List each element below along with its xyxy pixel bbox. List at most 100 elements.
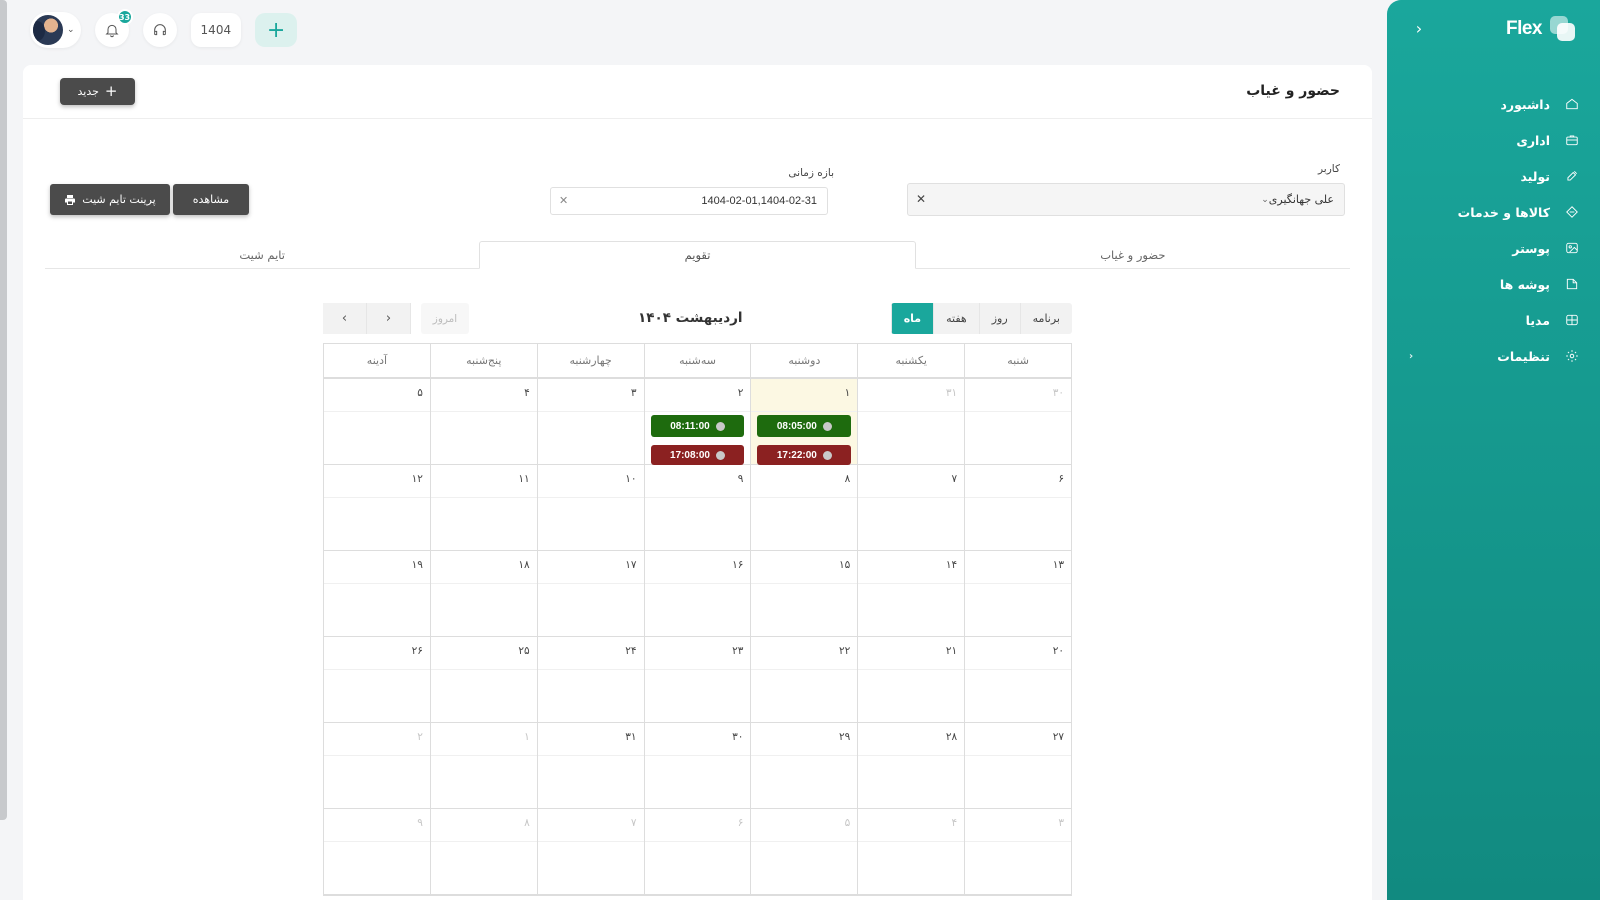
calendar-day-cell[interactable]: ۳ [536, 379, 644, 464]
calendar-day-cell[interactable]: ۲۷ [964, 723, 1071, 808]
check-out-event[interactable]: 17:22:00 [757, 445, 852, 465]
calendar-day-cell[interactable]: ۶ [964, 465, 1071, 550]
calendar-day-cell[interactable]: ۸ [429, 809, 537, 894]
calendar-day-cell[interactable]: ۱۹ [323, 551, 430, 636]
check-in-event[interactable]: 08:05:00 [757, 415, 852, 437]
day-number: ۱۸ [518, 559, 530, 571]
next-month-button[interactable]: › [367, 303, 411, 334]
view-week-button[interactable]: هفته [933, 303, 979, 334]
check-out-event[interactable]: 17:08:00 [650, 445, 745, 465]
calendar-day-cell[interactable]: ۲ 08:11:00 17:08:00 [643, 379, 751, 465]
calendar-day-cell[interactable]: ۱ 08:05:00 17:22:00 [750, 379, 858, 465]
calendar-day-cell[interactable]: ۷ [857, 465, 965, 550]
calendar-day-cell[interactable]: ۸ [750, 465, 858, 550]
sidebar-collapse-button[interactable]: ‹ [1409, 18, 1429, 38]
calendar-day-cell[interactable]: ۷ [536, 809, 644, 894]
today-button[interactable]: امروز [421, 303, 469, 334]
calendar-day-cell[interactable]: ۱۵ [750, 551, 858, 636]
calendar-day-cell[interactable]: ۵ [323, 379, 430, 464]
calendar-day-cell[interactable]: ۱ [429, 723, 537, 808]
sidebar-item-production[interactable]: تولید [1387, 158, 1600, 194]
calendar-day-cell[interactable]: ۲۴ [536, 637, 644, 722]
calendar-day-cell[interactable]: ۹ [323, 809, 430, 894]
sidebar-item-office[interactable]: اداری [1387, 122, 1600, 158]
print-timesheet-button[interactable]: پرینت تایم شیت [50, 184, 170, 215]
sidebar-item-poster[interactable]: پوستر [1387, 230, 1600, 266]
new-button[interactable]: + جدید [60, 78, 135, 105]
sidebar-item-label: تولید [1520, 168, 1550, 184]
calendar-day-cell[interactable]: ۱۶ [643, 551, 751, 636]
clear-range-icon[interactable]: ✕ [559, 194, 568, 207]
calendar-day-cell[interactable]: ۶ [643, 809, 751, 894]
logo[interactable]: Flex [1506, 16, 1576, 42]
weekday-label: یکشنبه [857, 344, 964, 377]
sidebar-item-folders[interactable]: پوشه ها [1387, 266, 1600, 302]
day-number: ۱۷ [625, 559, 637, 571]
sidebar-item-products-services[interactable]: کالاها و خدمات [1387, 194, 1600, 230]
sidebar-item-media[interactable]: مدیا [1387, 302, 1600, 338]
tab-timesheet[interactable]: تایم شیت [45, 241, 479, 268]
calendar-day-cell[interactable]: ۲۸ [857, 723, 965, 808]
calendar-day-cell[interactable]: ۲ [323, 723, 430, 808]
calendar-day-cell[interactable]: ۳۱ [536, 723, 644, 808]
calendar-day-cell[interactable]: ۱۲ [323, 465, 430, 550]
day-number: ۹ [737, 473, 744, 485]
calendar-day-cell[interactable]: ۲۶ [323, 637, 430, 722]
calendar-day-cell[interactable]: ۲۵ [429, 637, 537, 722]
check-in-event[interactable]: 08:11:00 [650, 415, 745, 437]
calendar-day-cell[interactable]: ۱۳ [964, 551, 1071, 636]
calendar-day-cell[interactable]: ۱۸ [429, 551, 537, 636]
calendar-day-cell[interactable]: ۳ [964, 809, 1071, 894]
brand-name: Flex [1505, 18, 1543, 39]
weekday-label: دوشنبه [750, 344, 857, 377]
tab-calendar[interactable]: تقویم [479, 241, 916, 269]
page-scrollbar[interactable] [0, 0, 7, 820]
view-button[interactable]: مشاهده [173, 184, 249, 215]
user-select[interactable]: علی جهانگیری ⌄ ✕ [907, 183, 1345, 216]
support-button[interactable] [142, 13, 177, 47]
chevron-left-icon: ‹ [341, 311, 348, 326]
day-number: ۱۹ [411, 559, 423, 571]
day-number: ۲ [737, 387, 744, 399]
prev-month-button[interactable]: ‹ [323, 303, 367, 334]
sidebar-item-label: پوستر [1512, 240, 1550, 256]
calendar-day-cell[interactable]: ۴ [857, 809, 965, 894]
notifications-button[interactable]: 33 [94, 9, 133, 47]
calendar-day-cell[interactable]: ۱۴ [857, 551, 965, 636]
day-number: ۱ [524, 731, 530, 743]
user-field-label: کاربر [1318, 163, 1340, 175]
sidebar-item-settings[interactable]: تنظیمات ‹ [1387, 338, 1600, 374]
chevron-left-icon: ‹ [1415, 18, 1423, 38]
calendar-day-cell[interactable]: ۲۳ [643, 637, 751, 722]
calendar-day-cell[interactable]: ۳۱ [857, 379, 965, 464]
calendar-day-cell[interactable]: ۳۰ [643, 723, 751, 808]
print-button-label: پرینت تایم شیت [82, 193, 156, 206]
calendar-day-cell[interactable]: ۹ [643, 465, 751, 550]
clear-user-icon[interactable]: ✕ [916, 192, 926, 206]
calendar-day-cell[interactable]: ۱۰ [536, 465, 644, 550]
folder-icon [1564, 276, 1580, 292]
tab-attendance[interactable]: حضور و غیاب [916, 241, 1350, 268]
day-number: ۲ [417, 731, 423, 743]
calendar-day-cell[interactable]: ۵ [750, 809, 858, 894]
calendar-day-cell[interactable]: ۲۲ [750, 637, 858, 722]
calendar-day-cell[interactable]: ۲۹ [750, 723, 858, 808]
calendar-day-cell[interactable]: ۴ [429, 379, 537, 464]
view-month-button[interactable]: ماه [890, 303, 934, 334]
user-menu[interactable]: ⌄ [30, 12, 81, 48]
view-agenda-button[interactable]: برنامه [1019, 303, 1072, 334]
calendar-day-cell[interactable]: ۱۷ [536, 551, 644, 636]
calendar-day-cell[interactable]: ۲۰ [964, 637, 1071, 722]
sidebar-item-dashboard[interactable]: داشبورد [1387, 86, 1600, 122]
date-range-input[interactable]: 1404-02-01,1404-02-31 ✕ [550, 187, 828, 215]
quick-add-button[interactable]: + [255, 13, 298, 47]
year-selector[interactable]: 1404 [190, 13, 242, 47]
weekday-label: چهارشنبه [536, 344, 644, 377]
calendar-day-cell[interactable]: ۲۱ [857, 637, 965, 722]
calendar-title: اردیبهشت ۱۴۰۴ [638, 310, 743, 326]
calendar-day-cell[interactable]: ۱۱ [429, 465, 537, 550]
day-number: ۲۹ [839, 731, 851, 743]
day-number: ۲۷ [1052, 731, 1064, 743]
calendar-day-cell[interactable]: ۳۰ [964, 379, 1071, 464]
view-day-button[interactable]: روز [978, 303, 1020, 334]
